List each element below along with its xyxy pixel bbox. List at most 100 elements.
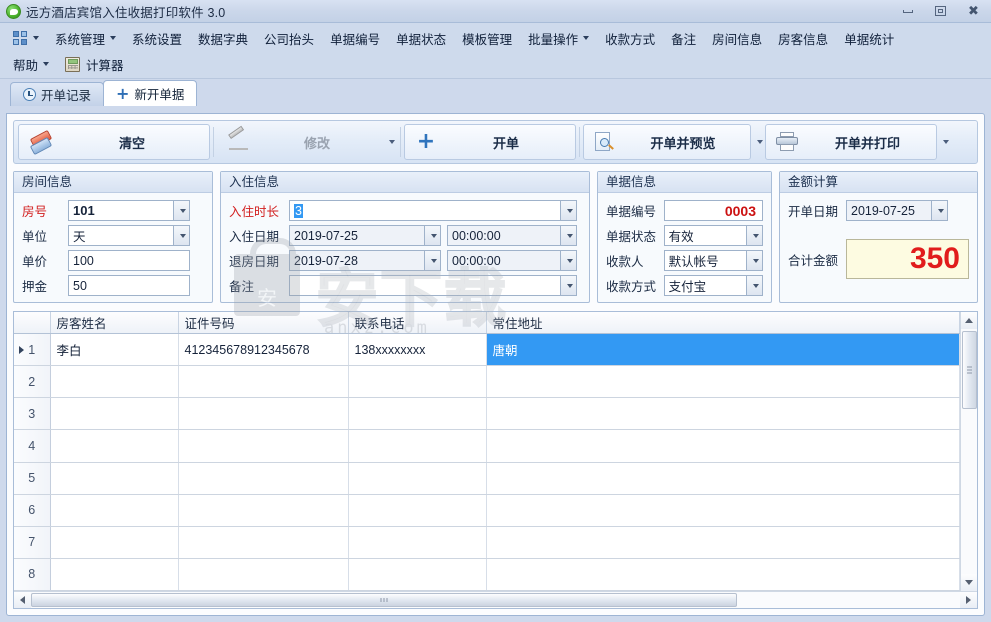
checkout-date-combo[interactable]: 2019-07-28 xyxy=(289,250,441,271)
cell-address[interactable] xyxy=(486,558,960,591)
cell-address[interactable] xyxy=(486,526,960,559)
cell-phone[interactable] xyxy=(348,429,487,463)
duration-dropdown-arrow[interactable] xyxy=(560,200,577,221)
unit-dropdown-arrow[interactable] xyxy=(173,225,190,246)
table-horizontal-scrollbar[interactable] xyxy=(14,591,977,608)
table-row[interactable]: 3 xyxy=(14,397,960,431)
table-row[interactable]: 7 xyxy=(14,526,960,559)
cell-id-no[interactable] xyxy=(178,526,349,559)
room-no-combo[interactable]: 101 xyxy=(68,200,190,221)
horizontal-scroll-thumb[interactable] xyxy=(31,593,738,607)
cell-phone[interactable] xyxy=(348,397,487,431)
cell-address[interactable] xyxy=(486,494,960,527)
cell-address[interactable] xyxy=(486,462,960,495)
checkin-date-input[interactable]: 2019-07-25 xyxy=(289,225,424,246)
checkout-date-dropdown-arrow[interactable] xyxy=(424,250,441,271)
cell-phone[interactable] xyxy=(348,526,487,559)
table-row[interactable]: 8 xyxy=(14,558,960,591)
bill-date-combo[interactable]: 2019-07-25 xyxy=(846,200,948,221)
vertical-scroll-track[interactable] xyxy=(960,329,977,574)
doc-status-dropdown-arrow[interactable] xyxy=(746,225,763,246)
table-row[interactable]: 2 xyxy=(14,365,960,399)
menu-item-doc-statistics[interactable]: 单据统计 xyxy=(837,25,901,52)
cell-phone[interactable] xyxy=(348,494,487,527)
payee-input[interactable]: 默认帐号 xyxy=(663,250,746,271)
horizontal-scroll-track[interactable] xyxy=(31,592,960,608)
bill-date-input[interactable]: 2019-07-25 xyxy=(846,200,931,221)
room-no-input[interactable]: 101 xyxy=(68,200,173,221)
clear-button[interactable]: 清空 xyxy=(18,124,210,160)
column-header-phone[interactable]: 联系电话 xyxy=(348,312,487,334)
cell-id-no[interactable]: 412345678912345678 xyxy=(178,333,349,367)
menu-item-template-management[interactable]: 模板管理 xyxy=(455,25,519,52)
unit-input[interactable]: 天 xyxy=(68,225,173,246)
create-and-preview-dropdown-button[interactable] xyxy=(751,124,765,160)
column-header-address[interactable]: 常住地址 xyxy=(486,312,960,334)
create-and-preview-button[interactable]: 开单并预览 xyxy=(583,124,751,160)
row-number-cell[interactable]: 5 xyxy=(14,462,51,495)
menu-item-remark[interactable]: 备注 xyxy=(664,25,703,52)
cell-address[interactable] xyxy=(486,365,960,399)
row-number-cell[interactable]: 7 xyxy=(14,526,51,559)
close-button[interactable]: ✖ xyxy=(960,2,987,20)
checkin-date-dropdown-arrow[interactable] xyxy=(424,225,441,246)
row-number-cell[interactable]: 8 xyxy=(14,558,51,591)
scroll-right-button[interactable] xyxy=(960,592,977,608)
menu-item-room-info[interactable]: 房间信息 xyxy=(705,25,769,52)
column-header-rownum[interactable] xyxy=(14,312,51,334)
checkin-time-combo[interactable]: 00:00:00 xyxy=(447,225,577,246)
menu-item-doc-status[interactable]: 单据状态 xyxy=(389,25,453,52)
row-number-cell[interactable]: 3 xyxy=(14,397,51,431)
menu-item-guest-info[interactable]: 房客信息 xyxy=(771,25,835,52)
menu-item-system-management[interactable]: 系统管理 xyxy=(48,25,123,52)
remark-input[interactable] xyxy=(289,275,560,296)
cell-address[interactable] xyxy=(486,429,960,463)
menu-item-batch-operation[interactable]: 批量操作 xyxy=(521,25,596,52)
payee-combo[interactable]: 默认帐号 xyxy=(663,250,763,271)
cell-phone[interactable] xyxy=(348,462,487,495)
row-number-cell[interactable]: 1 xyxy=(14,333,51,367)
remark-dropdown-arrow[interactable] xyxy=(560,275,577,296)
row-number-cell[interactable]: 4 xyxy=(14,429,51,463)
bill-date-dropdown-arrow[interactable] xyxy=(931,200,948,221)
column-header-id-no[interactable]: 证件号码 xyxy=(178,312,349,334)
price-input[interactable]: 100 xyxy=(68,250,190,271)
doc-status-combo[interactable]: 有效 xyxy=(663,225,763,246)
cell-id-no[interactable] xyxy=(178,429,349,463)
deposit-input[interactable]: 50 xyxy=(68,275,190,296)
tab-billing-records[interactable]: 开单记录 xyxy=(10,82,105,106)
pay-method-input[interactable]: 支付宝 xyxy=(663,275,746,296)
cell-id-no[interactable] xyxy=(178,397,349,431)
cell-phone[interactable] xyxy=(348,365,487,399)
table-row[interactable]: 5 xyxy=(14,462,960,495)
unit-combo[interactable]: 天 xyxy=(68,225,190,246)
menu-item-grid[interactable] xyxy=(6,27,46,49)
cell-id-no[interactable] xyxy=(178,558,349,591)
table-row[interactable]: 6 xyxy=(14,494,960,527)
row-number-cell[interactable]: 2 xyxy=(14,365,51,399)
checkout-date-input[interactable]: 2019-07-28 xyxy=(289,250,424,271)
scroll-down-button[interactable] xyxy=(960,574,977,591)
menu-item-payment-method[interactable]: 收款方式 xyxy=(598,25,662,52)
cell-id-no[interactable] xyxy=(178,494,349,527)
checkin-date-combo[interactable]: 2019-07-25 xyxy=(289,225,441,246)
duration-input[interactable]: 3 xyxy=(289,200,560,221)
scroll-up-button[interactable] xyxy=(960,312,977,329)
duration-combo[interactable]: 3 xyxy=(289,200,577,221)
cell-name[interactable] xyxy=(50,397,179,431)
menu-item-calculator[interactable]: 计算器 xyxy=(58,51,131,78)
maximize-button[interactable] xyxy=(927,2,954,20)
cell-address[interactable]: 唐朝 xyxy=(486,333,960,367)
payee-dropdown-arrow[interactable] xyxy=(746,250,763,271)
table-row[interactable]: 4 xyxy=(14,429,960,463)
menu-item-help[interactable]: 帮助 xyxy=(6,51,56,78)
checkout-time-input[interactable]: 00:00:00 xyxy=(447,250,560,271)
room-no-dropdown-arrow[interactable] xyxy=(173,200,190,221)
modify-dropdown-button[interactable] xyxy=(383,124,397,160)
cell-name[interactable] xyxy=(50,365,179,399)
cell-name[interactable] xyxy=(50,526,179,559)
tab-new-bill[interactable]: + 新开单据 xyxy=(103,80,198,106)
cell-name[interactable] xyxy=(50,429,179,463)
checkout-time-dropdown-arrow[interactable] xyxy=(560,250,577,271)
checkout-time-combo[interactable]: 00:00:00 xyxy=(447,250,577,271)
